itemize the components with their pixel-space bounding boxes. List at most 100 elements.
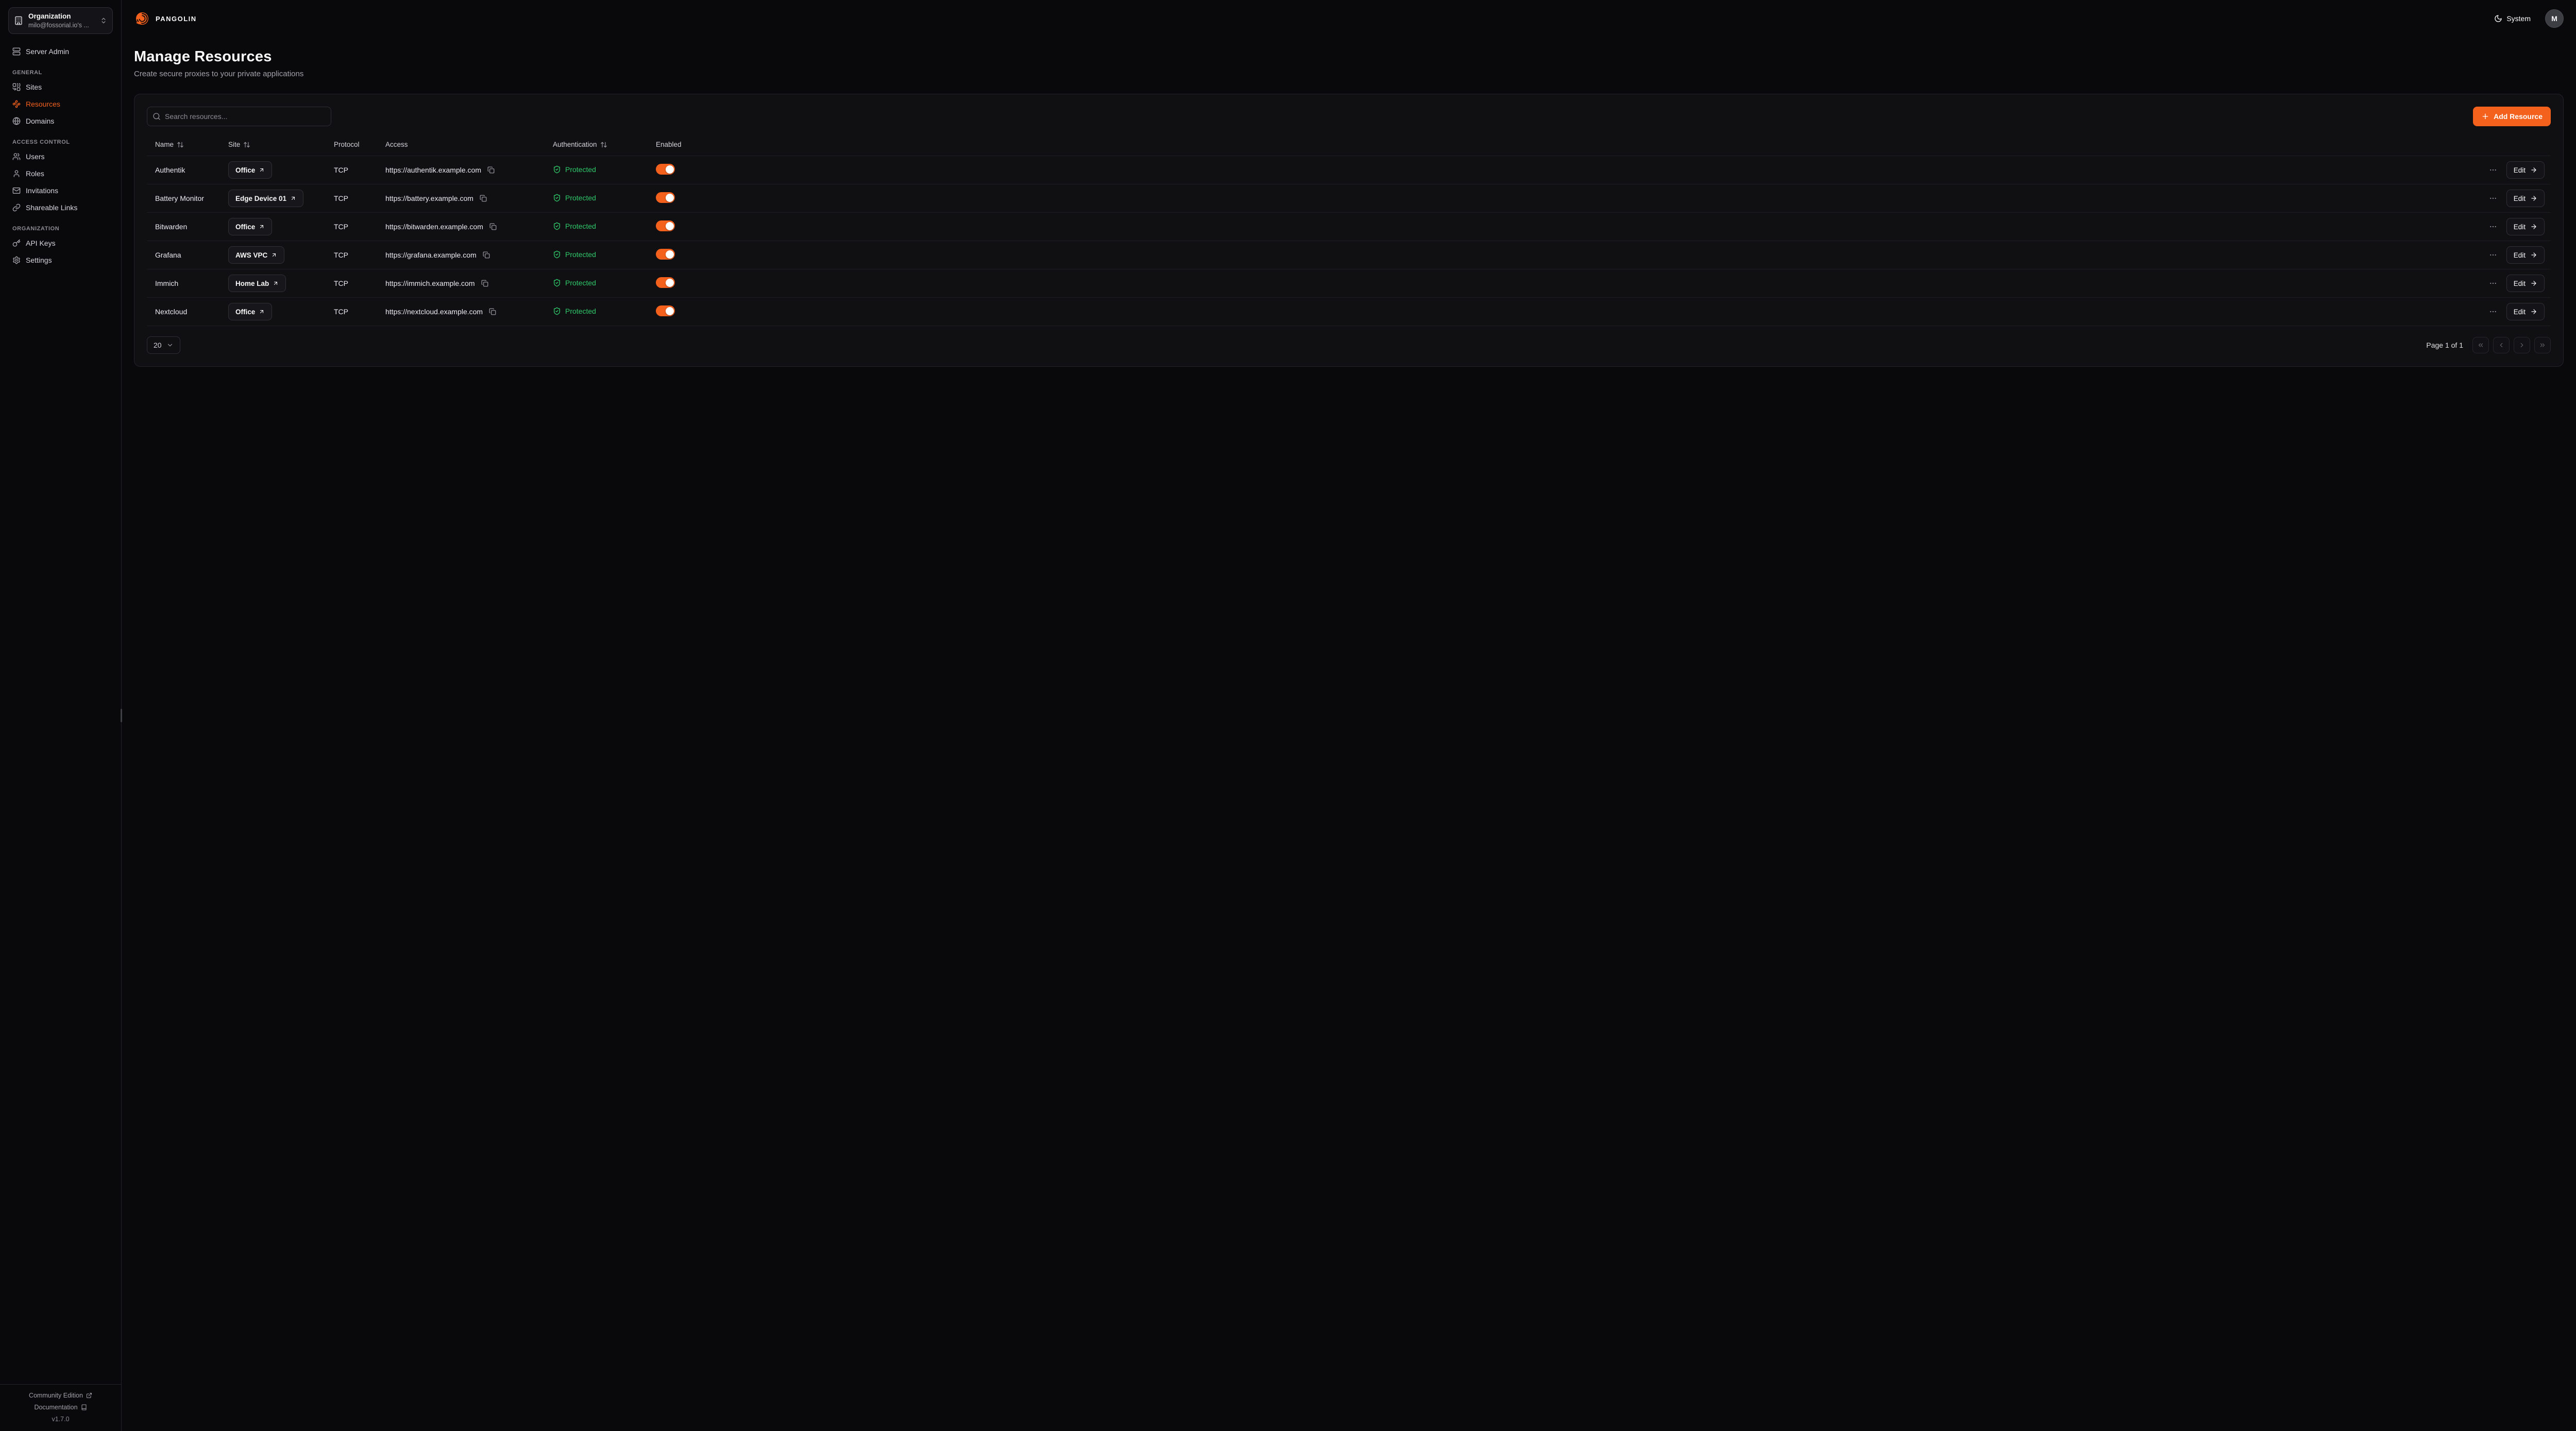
enabled-toggle[interactable] (656, 277, 675, 288)
resource-protocol: TCP (330, 156, 381, 184)
add-resource-button[interactable]: Add Resource (2473, 107, 2551, 126)
resource-protocol: TCP (330, 184, 381, 213)
ellipsis-icon (2489, 279, 2497, 287)
resource-protocol: TCP (330, 298, 381, 326)
sort-icon (177, 141, 184, 148)
access-cell: https://authentik.example.com (385, 165, 545, 175)
edit-button[interactable]: Edit (2506, 275, 2545, 292)
pangolin-logo-icon (134, 10, 150, 27)
sidebar-item-settings[interactable]: Settings (8, 252, 113, 268)
edit-button[interactable]: Edit (2506, 246, 2545, 264)
sidebar-item-label: API Keys (26, 239, 56, 247)
previous-page-button[interactable] (2493, 337, 2510, 353)
book-icon (81, 1404, 87, 1410)
edit-button[interactable]: Edit (2506, 161, 2545, 179)
copy-url-button[interactable] (488, 222, 498, 231)
column-header-access: Access (385, 141, 408, 148)
next-page-button[interactable] (2514, 337, 2530, 353)
toggle-knob (666, 222, 674, 230)
sidebar-item-shareable-links[interactable]: Shareable Links (8, 200, 113, 215)
sidebar-item-label: Resources (26, 100, 60, 108)
documentation-link[interactable]: Documentation (34, 1404, 87, 1411)
site-name: AWS VPC (235, 251, 267, 259)
arrow-up-right-icon (271, 252, 277, 258)
row-menu-button[interactable] (2488, 193, 2498, 203)
avatar[interactable]: M (2545, 9, 2564, 28)
main-content: PANGOLIN System M Manage Resources Creat… (122, 0, 2576, 1431)
edit-label: Edit (2514, 195, 2526, 202)
key-icon (12, 239, 21, 247)
column-label: Enabled (656, 141, 682, 148)
edit-label: Edit (2514, 280, 2526, 287)
gear-icon (12, 256, 21, 264)
row-menu-button[interactable] (2488, 222, 2498, 232)
topbar: PANGOLIN System M (122, 0, 2576, 37)
copy-url-button[interactable] (480, 279, 489, 288)
sidebar-item-resources[interactable]: Resources (8, 96, 113, 112)
site-link-button[interactable]: Office (228, 303, 272, 320)
resource-name: Nextcloud (147, 298, 224, 326)
site-link-button[interactable]: Home Lab (228, 275, 286, 292)
column-label: Access (385, 141, 408, 148)
community-edition-link[interactable]: Community Edition (29, 1392, 92, 1399)
sidebar-item-users[interactable]: Users (8, 149, 113, 164)
shield-check-icon (553, 222, 561, 230)
theme-toggle[interactable]: System (2491, 14, 2534, 23)
enabled-toggle[interactable] (656, 220, 675, 231)
org-selector[interactable]: Organization milo@fossorial.io's ... (8, 7, 113, 34)
sidebar-resize-handle[interactable] (121, 709, 122, 722)
sidebar-item-label: Sites (26, 83, 42, 91)
site-link-button[interactable]: Office (228, 161, 272, 179)
toggle-knob (666, 250, 674, 259)
edit-button[interactable]: Edit (2506, 218, 2545, 235)
sidebar-item-api-keys[interactable]: API Keys (8, 235, 113, 251)
enabled-toggle[interactable] (656, 164, 675, 175)
column-header-site[interactable]: Site (228, 141, 250, 148)
copy-url-button[interactable] (479, 194, 488, 203)
sidebar-item-sites[interactable]: Sites (8, 79, 113, 95)
sidebar-item-label: Server Admin (26, 47, 69, 56)
arrow-up-right-icon (273, 280, 279, 286)
page-size-select[interactable]: 20 (147, 336, 180, 354)
arrow-right-icon (2530, 280, 2537, 287)
section-label-general: GENERAL (12, 70, 109, 76)
sidebar-item-label: Invitations (26, 186, 58, 195)
brand-name: PANGOLIN (156, 15, 197, 23)
search-input[interactable] (147, 107, 331, 126)
site-link-button[interactable]: Office (228, 218, 272, 235)
access-url: https://bitwarden.example.com (385, 223, 483, 231)
column-label: Protocol (334, 141, 360, 148)
copy-url-button[interactable] (488, 307, 497, 316)
ellipsis-icon (2489, 223, 2497, 231)
column-header-authentication[interactable]: Authentication (553, 141, 607, 148)
row-menu-button[interactable] (2488, 165, 2498, 175)
last-page-button[interactable] (2534, 337, 2551, 353)
resources-card: Add Resource Name Site Protocol Access A… (134, 94, 2564, 367)
sidebar-footer: Community Edition Documentation v1.7.0 (0, 1384, 121, 1431)
enabled-toggle[interactable] (656, 192, 675, 203)
row-menu-button[interactable] (2488, 250, 2498, 260)
sidebar-item-roles[interactable]: Roles (8, 166, 113, 181)
enabled-toggle[interactable] (656, 305, 675, 316)
table-header-row: Name Site Protocol Access Authentication… (147, 133, 2551, 156)
edit-button[interactable]: Edit (2506, 190, 2545, 207)
building-icon (14, 16, 23, 25)
site-link-button[interactable]: AWS VPC (228, 246, 284, 264)
sidebar-item-invitations[interactable]: Invitations (8, 183, 113, 198)
column-header-name[interactable]: Name (155, 141, 184, 148)
first-page-button[interactable] (2472, 337, 2489, 353)
row-actions: Edit (713, 303, 2547, 320)
row-menu-button[interactable] (2488, 278, 2498, 288)
resource-name: Bitwarden (147, 213, 224, 241)
copy-url-button[interactable] (486, 165, 496, 175)
row-menu-button[interactable] (2488, 306, 2498, 317)
sidebar-item-label: Shareable Links (26, 203, 77, 212)
enabled-toggle[interactable] (656, 249, 675, 260)
sidebar-item-domains[interactable]: Domains (8, 113, 113, 129)
shield-check-icon (553, 307, 561, 315)
site-link-button[interactable]: Edge Device 01 (228, 190, 303, 207)
edit-button[interactable]: Edit (2506, 303, 2545, 320)
sidebar-item-server-admin[interactable]: Server Admin (8, 44, 113, 59)
copy-url-button[interactable] (482, 250, 491, 260)
table-row: Authentik Office TCP https://authentik.e… (147, 156, 2551, 184)
